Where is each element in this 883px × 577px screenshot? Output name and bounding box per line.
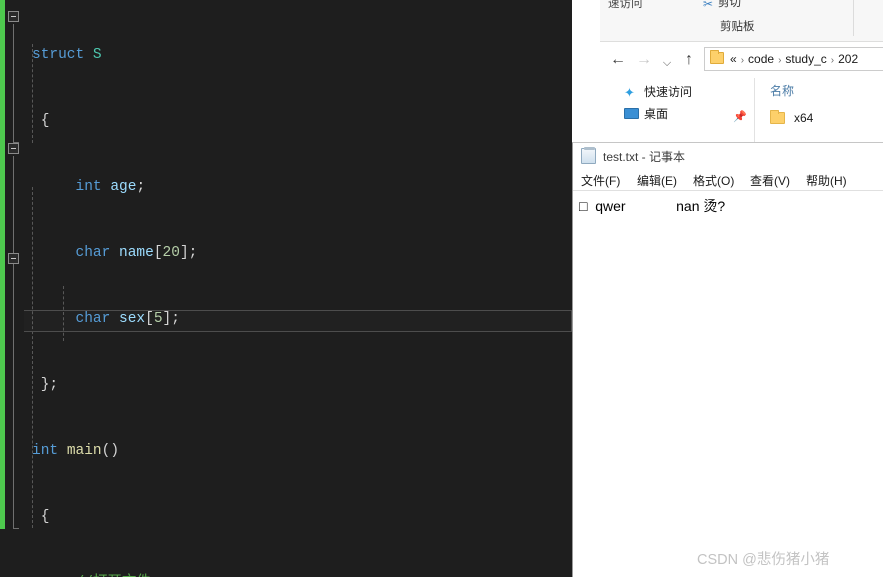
menu-help[interactable]: 帮助(H) — [804, 172, 849, 189]
tok-semi-5: ; — [171, 311, 180, 327]
notepad-title-text: test.txt - 记事本 — [603, 150, 686, 164]
notepad-title-bar[interactable]: test.txt - 记事本 — [573, 143, 883, 169]
code-line-3[interactable]: int age; — [24, 176, 572, 198]
notepad-window[interactable]: test.txt - 记事本 文件(F) 编辑(E) 格式(O) 查看(V) 帮… — [572, 142, 883, 577]
chevron-down-icon[interactable]: ⌵ — [657, 53, 677, 73]
code-line-1[interactable]: struct S — [24, 44, 572, 66]
tok-char-2: char — [75, 311, 111, 327]
tok-brace-open: { — [40, 113, 50, 129]
file-explorer-window[interactable]: 速访问 ✂ 剪切 剪贴板 ← → ⌵ ↑ «› code › study_c › 202 … — [600, 0, 883, 145]
tree-item-desktop[interactable]: 桌面 📌 — [600, 104, 755, 125]
star-icon: ✦ — [624, 85, 635, 100]
code-line-8[interactable]: { — [24, 506, 572, 528]
crumb-sep-2: › — [778, 55, 782, 66]
tree-item-quick-access-label: 快速访问 — [644, 85, 693, 99]
explorer-ribbon: 速访问 ✂ 剪切 剪贴板 — [600, 0, 883, 42]
tok-sex: sex — [119, 311, 146, 327]
desktop-icon — [624, 108, 639, 122]
tok-brace-open-main: { — [40, 509, 50, 525]
explorer-body: ✦ 快速访问 桌面 📌 名称 x64 — [600, 78, 883, 145]
tok-S: S — [92, 47, 102, 63]
tok-main: main — [66, 443, 102, 459]
explorer-navigation-bar[interactable]: ← → ⌵ ↑ «› code › study_c › 202 — [600, 42, 883, 78]
code-line-6[interactable]: }; — [24, 374, 572, 396]
up-arrow-icon[interactable]: ↑ — [679, 50, 699, 70]
ribbon-quick-access-label: 速访问 — [608, 0, 643, 10]
menu-view[interactable]: 查看(V) — [748, 172, 792, 189]
tok-age: age — [110, 179, 137, 195]
breadcrumb-item-study-c[interactable]: study_c — [785, 52, 826, 66]
back-arrow-icon[interactable]: ← — [608, 50, 628, 70]
list-item[interactable]: x64 — [756, 108, 883, 129]
address-bar[interactable]: «› code › study_c › 202 — [704, 47, 883, 71]
code-line-4[interactable]: char name[20]; — [24, 242, 572, 264]
notepad-text-area[interactable]: □ qwer nan 烫? — [573, 192, 883, 577]
tok-20-arr: 20 — [162, 245, 180, 261]
csdn-watermark: CSDN @悲伤猪小猪 — [697, 552, 830, 568]
crumb-sep-3: › — [830, 55, 835, 66]
notepad-icon — [581, 147, 596, 164]
notepad-menu-bar[interactable]: 文件(F) 编辑(E) 格式(O) 查看(V) 帮助(H) — [573, 169, 883, 191]
tok-char-1: char — [75, 245, 111, 261]
code-line-5[interactable]: char sex[5]; — [24, 308, 572, 330]
code-line-7[interactable]: int main() — [24, 440, 572, 462]
tok-5: 5 — [153, 311, 163, 327]
fold-toggle-struct[interactable] — [8, 11, 19, 22]
ribbon-group-divider — [853, 0, 854, 36]
fold-scope-main-end — [13, 528, 19, 529]
tok-int-main: int — [32, 443, 59, 459]
folder-icon — [770, 110, 785, 124]
ribbon-clipboard-group-label: 剪贴板 — [720, 21, 755, 33]
tok-name: name — [119, 245, 154, 261]
screen-root: struct S { int age; char name[20]; char … — [0, 0, 883, 577]
explorer-nav-pane[interactable]: ✦ 快速访问 桌面 📌 — [600, 78, 755, 145]
code-text-area[interactable]: struct S { int age; char name[20]; char … — [24, 0, 572, 577]
crumb-sep-1: › — [740, 55, 745, 66]
tok-int: int — [75, 179, 102, 195]
tok-semi-6: ; — [49, 377, 59, 393]
breadcrumb[interactable]: «› code › study_c › 202 — [730, 52, 858, 66]
menu-format[interactable]: 格式(O) — [691, 172, 736, 189]
fold-toggle-if[interactable] — [8, 253, 19, 264]
breadcrumb-item-code[interactable]: code — [748, 52, 774, 66]
fold-scope-struct — [13, 24, 14, 142]
explorer-file-list[interactable]: 名称 x64 — [756, 78, 883, 145]
fold-toggle-main[interactable] — [8, 143, 19, 154]
code-line-2[interactable]: { — [24, 110, 572, 132]
tok-semi-4: ; — [188, 245, 198, 261]
list-item-label: x64 — [794, 111, 814, 125]
breadcrumb-item-202[interactable]: 202 — [838, 52, 858, 66]
tok-semi-3: ; — [136, 179, 146, 195]
code-line-9[interactable]: //打开文件 — [24, 572, 572, 577]
forward-arrow-icon[interactable]: → — [634, 50, 654, 70]
tree-item-desktop-label: 桌面 — [644, 107, 669, 121]
tok-struct: struct — [32, 47, 85, 63]
menu-file[interactable]: 文件(F) — [579, 172, 622, 189]
fold-scope-main — [13, 156, 14, 528]
breadcrumb-overflow[interactable]: « — [730, 52, 737, 66]
tok-parens: () — [101, 443, 120, 459]
folder-icon — [710, 50, 724, 64]
scissors-icon: ✂ — [703, 0, 714, 11]
ribbon-cut-button[interactable]: 剪切 — [718, 0, 741, 10]
column-header-name[interactable]: 名称 — [756, 78, 883, 104]
tree-item-quick-access[interactable]: ✦ 快速访问 — [600, 82, 755, 103]
menu-edit[interactable]: 编辑(E) — [635, 172, 679, 189]
pin-icon[interactable]: 📌 — [733, 107, 747, 128]
code-editor[interactable]: struct S { int age; char name[20]; char … — [0, 0, 572, 577]
